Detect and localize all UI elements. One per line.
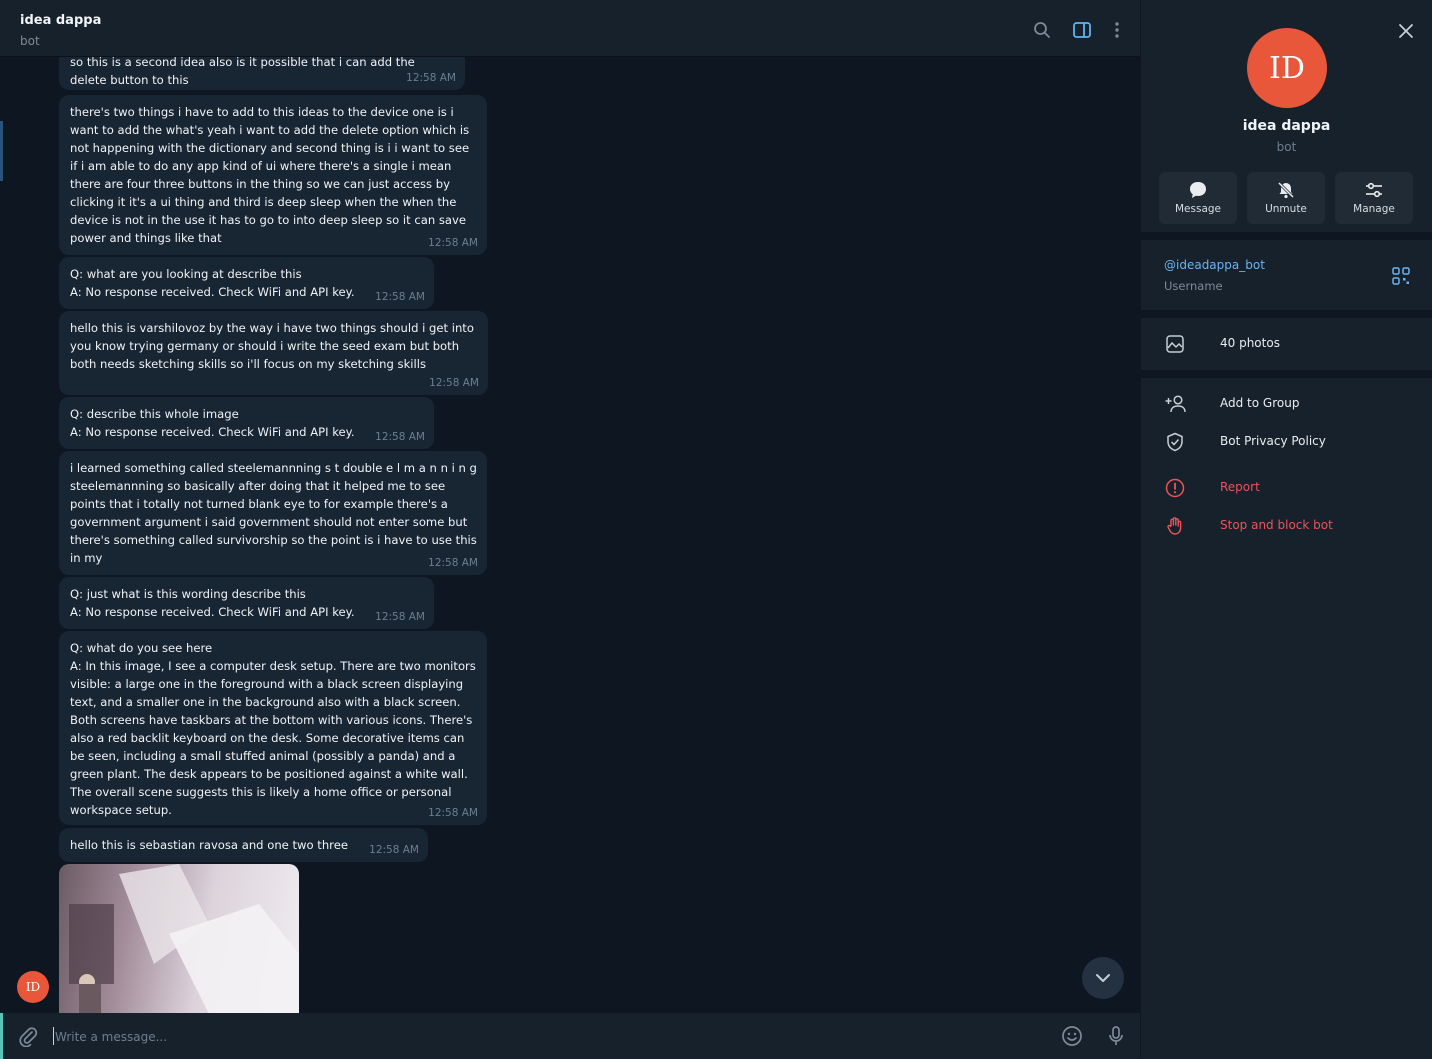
username-link[interactable]: @ideadappa_bot (1164, 258, 1265, 272)
message-bubble[interactable]: Q: just what is this wording describe th… (59, 577, 434, 629)
shield-check-icon (1167, 432, 1183, 452)
username-label: Username (1164, 279, 1223, 293)
message-text: Q: what are you looking at describe this… (70, 267, 355, 299)
composer (0, 1013, 1140, 1059)
photos-label: 40 photos (1220, 336, 1280, 350)
attach-icon[interactable] (17, 1025, 39, 1047)
search-icon[interactable] (1032, 20, 1052, 40)
emoji-icon[interactable] (1061, 1025, 1083, 1047)
message-bubble[interactable]: Q: what do you see here A: In this image… (59, 631, 487, 825)
scroll-down-button[interactable] (1082, 957, 1124, 999)
message-button[interactable]: Message (1159, 172, 1237, 224)
privacy-policy-row[interactable]: Bot Privacy Policy (1141, 424, 1432, 460)
message-time: 12:58 AM (428, 557, 478, 569)
unmute-button[interactable]: Unmute (1247, 172, 1325, 224)
photo-message[interactable] (59, 864, 299, 1013)
profile-avatar[interactable]: ID (1247, 28, 1327, 108)
message-input[interactable] (53, 1025, 1037, 1049)
message-time: 12:58 AM (428, 807, 478, 819)
message-icon (1190, 182, 1206, 198)
report-row[interactable]: Report (1141, 470, 1432, 506)
section-divider (1141, 232, 1432, 240)
message-time: 12:58 AM (375, 431, 425, 443)
message-text: i learned something called steelemannnin… (70, 461, 477, 565)
message-bubble[interactable]: hello this is sebastian ravosa and one t… (59, 828, 428, 862)
message-bubble[interactable]: Q: describe this whole image A: No respo… (59, 397, 434, 449)
chevron-down-icon (1096, 974, 1110, 982)
message-bubble[interactable]: Q: what are you looking at describe this… (59, 257, 434, 309)
add-to-group-label: Add to Group (1220, 396, 1300, 410)
chat-subtitle: bot (20, 34, 40, 48)
stop-block-row[interactable]: Stop and block bot (1141, 508, 1432, 544)
chat-title[interactable]: idea dappa (20, 13, 101, 28)
manage-button-label: Manage (1353, 203, 1395, 215)
profile-name: idea dappa (1242, 118, 1331, 134)
chat-area: idea dappa bot so this is a second idea … (0, 0, 1140, 1059)
report-label: Report (1220, 480, 1260, 494)
unmute-button-label: Unmute (1265, 203, 1307, 215)
chat-header[interactable]: idea dappa bot (0, 0, 1140, 57)
message-bubble[interactable]: i learned something called steelemannnin… (59, 451, 487, 575)
sliders-icon (1366, 182, 1382, 198)
profile-actions: Message Unmute Manage (1159, 172, 1415, 224)
add-to-group-row[interactable]: Add to Group (1141, 386, 1432, 422)
message-time: 12:58 AM (375, 291, 425, 303)
microphone-icon[interactable] (1105, 1025, 1127, 1047)
photo-icon (1166, 335, 1184, 353)
qr-code-icon[interactable] (1392, 267, 1410, 285)
section-divider (1141, 310, 1432, 318)
stop-block-label: Stop and block bot (1220, 518, 1333, 532)
message-bubble[interactable]: there's two things i have to add to this… (59, 95, 487, 255)
privacy-policy-label: Bot Privacy Policy (1220, 434, 1326, 448)
message-time: 12:58 AM (428, 237, 478, 249)
hand-stop-icon (1167, 517, 1182, 535)
message-bubble[interactable]: hello this is varshilovoz by the way i h… (59, 311, 488, 395)
report-icon (1165, 478, 1185, 498)
bot-avatar[interactable]: ID (17, 971, 49, 1003)
sidebar-toggle-icon[interactable] (1072, 20, 1092, 40)
message-text: Q: describe this whole image A: No respo… (70, 407, 355, 439)
message-text: hello this is varshilovoz by the way i h… (70, 321, 474, 371)
message-text: hello this is sebastian ravosa and one t… (70, 838, 348, 852)
message-time: 12:58 AM (369, 844, 419, 856)
message-list[interactable]: so this is a second idea also is it poss… (0, 57, 1140, 1013)
message-time: 12:58 AM (375, 611, 425, 623)
add-user-icon (1165, 395, 1186, 413)
manage-button[interactable]: Manage (1335, 172, 1413, 224)
close-icon[interactable] (1397, 22, 1415, 40)
message-time: 12:58 AM (406, 72, 456, 84)
photo-thumbnail (69, 864, 299, 1013)
message-bubble[interactable]: so this is a second idea also is it poss… (59, 57, 465, 90)
profile-subtitle: bot (1276, 140, 1297, 154)
section-divider (1141, 370, 1432, 378)
profile-panel: ID idea dappa bot Message Unmute Manage … (1141, 0, 1432, 1059)
message-text: so this is a second idea also is it poss… (70, 57, 415, 87)
message-button-label: Message (1174, 203, 1222, 215)
message-text: Q: what do you see here A: In this image… (70, 641, 476, 817)
message-text: Q: just what is this wording describe th… (70, 587, 355, 619)
bell-off-icon (1277, 181, 1295, 199)
more-options-icon[interactable] (1107, 20, 1127, 40)
message-text: there's two things i have to add to this… (70, 105, 470, 245)
photos-row[interactable]: 40 photos (1141, 326, 1432, 362)
message-time: 12:58 AM (429, 377, 479, 389)
